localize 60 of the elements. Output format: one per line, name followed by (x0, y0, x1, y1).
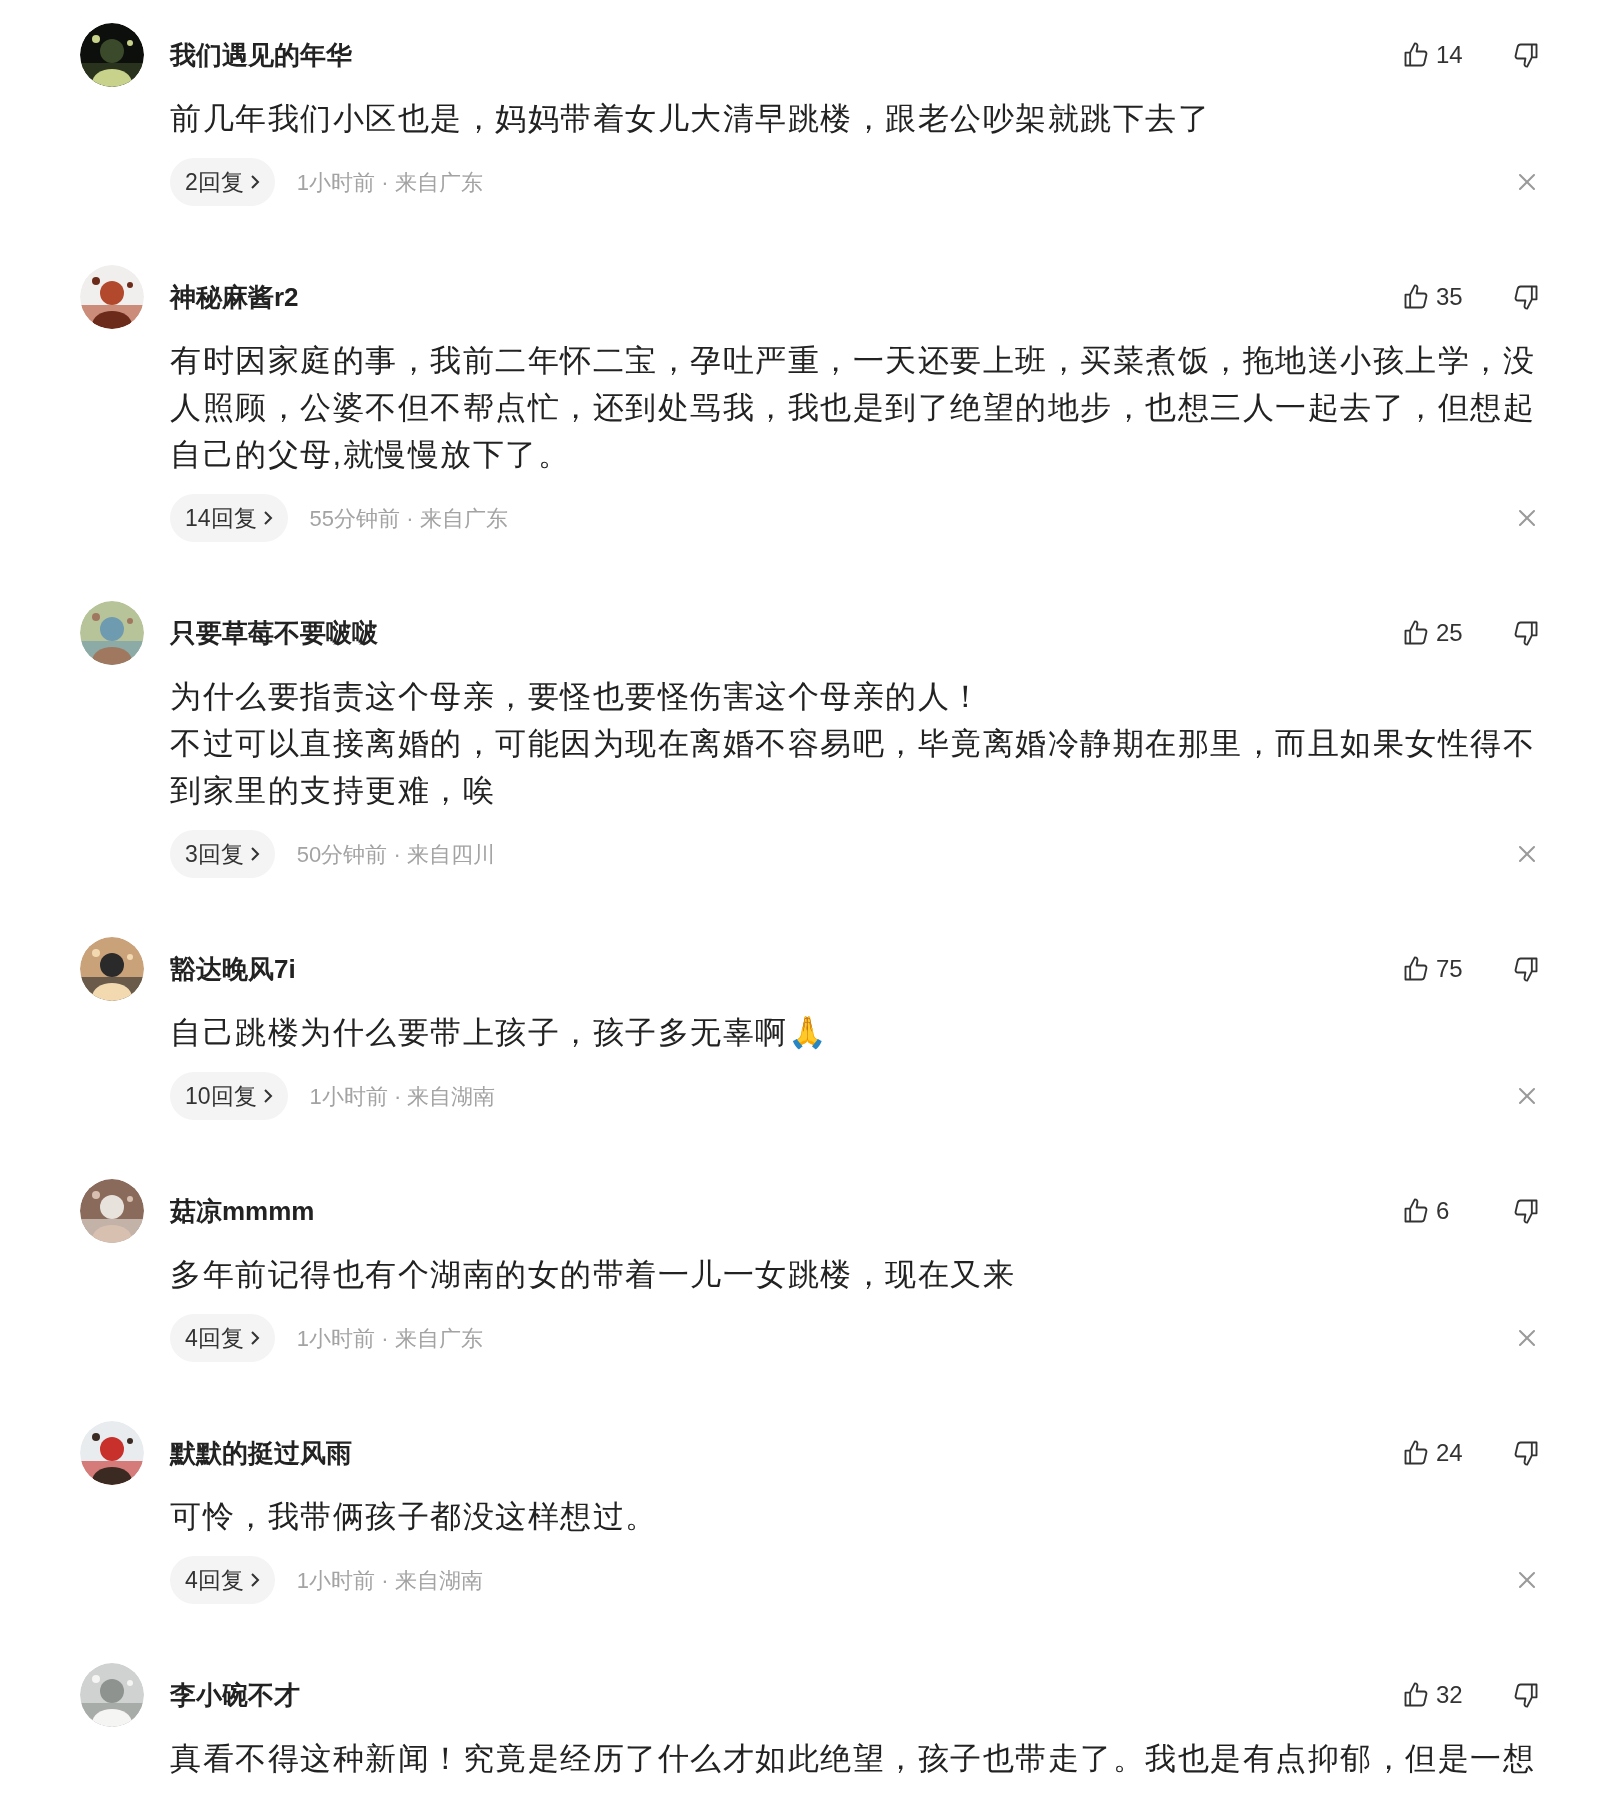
thumbs-down-icon[interactable] (1512, 619, 1540, 647)
username[interactable]: 默默的挺过风雨 (170, 1433, 352, 1473)
like-count: 32 (1436, 1680, 1464, 1710)
replies-button[interactable]: 4回复 (170, 1556, 275, 1604)
thumbs-up-icon[interactable] (1402, 955, 1430, 983)
chevron-icon (262, 1088, 273, 1104)
like-count: 14 (1436, 40, 1464, 70)
comment-meta: 1小时前 · 来自广东 (296, 1324, 483, 1353)
chevron-icon (249, 846, 260, 862)
close-icon[interactable] (1518, 1571, 1536, 1589)
thumbs-down-icon[interactable] (1512, 1681, 1540, 1709)
thumbs-down-icon[interactable] (1512, 1439, 1540, 1467)
close-icon[interactable] (1518, 173, 1536, 191)
comment-meta: 55分钟前 · 来自广东 (309, 504, 508, 533)
comment-text: 可怜，我带俩孩子都没这样想过。 (170, 1498, 659, 1536)
like-count: 6 (1436, 1196, 1451, 1226)
replies-button[interactable]: 2回复 (170, 158, 275, 206)
thumbs-down-icon[interactable] (1512, 1197, 1540, 1225)
username[interactable]: 李小碗不才 (170, 1675, 300, 1715)
comment-text: 多年前记得也有个湖南的女的带着一儿一女跳楼，现在又来 (170, 1256, 1016, 1294)
like-count: 25 (1436, 618, 1464, 648)
chevron-icon (249, 174, 260, 190)
username[interactable]: 我们遇见的年华 (170, 35, 352, 75)
thumbs-down-icon[interactable] (1512, 41, 1540, 69)
comment-text: 不过可以直接离婚的，可能因为现在离婚不容易吧，毕竟离婚冷静期在那里，而且如果女性得不到家里的支持更难，唉 (170, 725, 1536, 810)
thumbs-up-icon[interactable] (1402, 619, 1430, 647)
like-count: 35 (1436, 282, 1464, 312)
comment-meta: 1小时前 · 来自湖南 (309, 1082, 496, 1111)
username[interactable]: 豁达晚风7i (170, 949, 296, 989)
comment-text: 前几年我们小区也是，妈妈带着女儿大清早跳楼，跟老公吵架就跳下去了 (170, 100, 1211, 138)
comment-meta: 1小时前 · 来自湖南 (296, 1566, 483, 1595)
thumbs-up-icon[interactable] (1402, 41, 1430, 69)
chevron-icon (249, 1572, 260, 1588)
replies-button[interactable]: 14回复 (170, 494, 288, 542)
close-icon[interactable] (1518, 1329, 1536, 1347)
comment-meta: 50分钟前 · 来自四川 (296, 840, 495, 869)
comment-text: 为什么要指责这个母亲，要怪也要怪伤害这个母亲的人！ (170, 678, 984, 716)
replies-button[interactable]: 3回复 (170, 830, 275, 878)
close-icon[interactable] (1518, 845, 1536, 863)
username[interactable]: 只要草莓不要啵啵 (170, 613, 378, 653)
close-icon[interactable] (1518, 1087, 1536, 1105)
thumbs-down-icon[interactable] (1512, 283, 1540, 311)
chevron-icon (249, 1330, 260, 1346)
replies-button[interactable]: 10回复 (170, 1072, 288, 1120)
chevron-icon (262, 510, 273, 526)
replies-button[interactable]: 4回复 (170, 1314, 275, 1362)
thumbs-down-icon[interactable] (1512, 955, 1540, 983)
comment-text: 真看不得这种新闻！究竟是经历了什么才如此绝望，孩子也带走了。我也是有点抑郁，但是一想 (170, 1740, 1536, 1778)
thumbs-up-icon[interactable] (1402, 283, 1430, 311)
close-icon[interactable] (1518, 509, 1536, 527)
like-count: 24 (1436, 1438, 1464, 1468)
username[interactable]: 神秘麻酱r2 (170, 277, 299, 317)
comment-text: 有时因家庭的事，我前二年怀二宝，孕吐严重，一天还要上班，买菜煮饭，拖地送小孩上学，没人照顾，公婆不但不帮点忙，还到处骂我，我也是到了绝望的地步，也想三人一起去了，但想起自己的父母,就慢慢放下了。 (170, 342, 1536, 474)
thumbs-up-icon[interactable] (1402, 1197, 1430, 1225)
like-count: 75 (1436, 954, 1464, 984)
thumbs-up-icon[interactable] (1402, 1681, 1430, 1709)
username[interactable]: 菇凉mmmm (170, 1191, 315, 1231)
comment-text: 自己跳楼为什么要带上孩子，孩子多无辜啊🙏 (170, 1014, 829, 1052)
comment-meta: 1小时前 · 来自广东 (296, 168, 483, 197)
thumbs-up-icon[interactable] (1402, 1439, 1430, 1467)
